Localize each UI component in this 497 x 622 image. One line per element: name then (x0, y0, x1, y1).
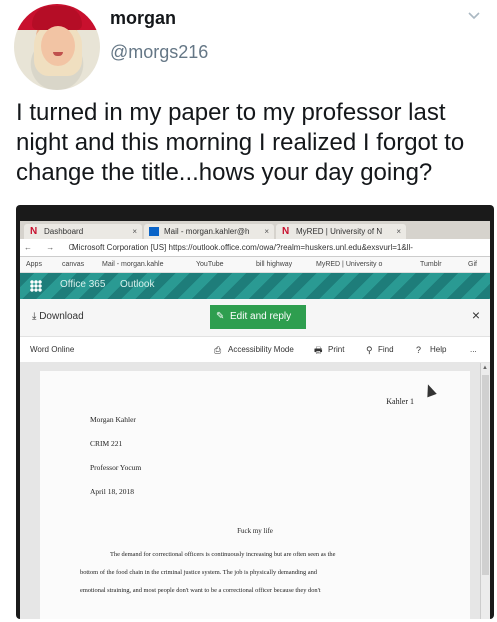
bookmark-gif[interactable]: Gif (468, 257, 477, 273)
n-logo-icon: N (282, 226, 290, 237)
course-line: CRIM 221 (90, 439, 123, 448)
tab-label: Dashboard (44, 227, 84, 236)
edit-reply-label: Edit and reply (230, 311, 292, 322)
bookmark-youtube[interactable]: YouTube (196, 257, 224, 273)
tab-mail[interactable]: Mail - morgan.kahler@h × (144, 224, 274, 239)
chevron-down-icon[interactable] (467, 8, 481, 22)
tweet-photo[interactable]: N Dashboard × Mail - morgan.kahler@h × N… (16, 205, 494, 619)
edit-and-reply-button[interactable]: ✎ Edit and reply (210, 305, 306, 329)
laptop-screen: N Dashboard × Mail - morgan.kahler@h × N… (20, 221, 490, 619)
bookmark-apps[interactable]: Apps (26, 257, 42, 273)
close-icon[interactable]: × (396, 224, 401, 239)
bookmarks-bar: Apps canvas Mail - morgan.kahle YouTube … (20, 257, 490, 273)
professor-line: Professor Yocum (90, 463, 142, 472)
accessibility-icon[interactable]: ⎙ (214, 337, 221, 363)
close-icon[interactable]: × (264, 224, 269, 239)
address-bar[interactable]: ← → C Microsoft Corporation [US] https:/… (20, 239, 490, 257)
site-identity: Microsoft Corporation [US] (72, 243, 167, 252)
bookmark-canvas[interactable]: canvas (62, 257, 84, 273)
tab-label: MyRED | University of N (296, 227, 383, 236)
search-icon[interactable]: ⚲ (366, 337, 373, 363)
office-365-link[interactable]: Office 365 (60, 279, 105, 290)
app-launcher-icon[interactable] (30, 280, 42, 292)
scroll-up-icon[interactable]: ▲ (482, 365, 489, 372)
bookmark-myred[interactable]: MyRED | University o (316, 257, 382, 273)
bookmark-bill-highway[interactable]: bill highway (256, 257, 292, 273)
display-name[interactable]: morgan (110, 8, 176, 29)
tab-dashboard[interactable]: N Dashboard × (24, 224, 142, 239)
date-line: April 18, 2018 (90, 487, 134, 496)
document-viewer[interactable]: Kahler 1 Morgan Kahler CRIM 221 Professo… (20, 363, 490, 619)
viewer-toolbar: Word Online ⎙ Accessibility Mode 🖶 Print… (20, 337, 490, 363)
download-button[interactable]: ⤓ Download (32, 311, 84, 322)
help-button[interactable]: Help (430, 337, 446, 363)
document-page: Kahler 1 Morgan Kahler CRIM 221 Professo… (40, 371, 470, 619)
scroll-thumb[interactable] (482, 375, 489, 575)
outlook-icon (149, 227, 159, 236)
browser-tab-strip: N Dashboard × Mail - morgan.kahler@h × N… (20, 221, 490, 239)
body-line: The demand for correctional officers is … (110, 551, 336, 558)
help-icon[interactable]: ? (416, 337, 421, 363)
paper-title: Fuck my life (237, 527, 273, 535)
outlook-link[interactable]: Outlook (120, 279, 154, 290)
find-button[interactable]: Find (378, 337, 394, 363)
print-icon[interactable]: 🖶 (314, 337, 323, 363)
bookmark-mail[interactable]: Mail - morgan.kahle (102, 257, 163, 273)
command-bar: ⤓ Download ✎ Edit and reply × (20, 299, 490, 337)
office-365-bar: Office 365 Outlook (20, 273, 490, 299)
close-icon[interactable]: × (472, 307, 480, 323)
more-options-button[interactable]: ... (470, 337, 477, 363)
print-button[interactable]: Print (328, 337, 344, 363)
tab-myred[interactable]: N MyRED | University of N × (276, 224, 406, 239)
download-label: Download (39, 311, 84, 322)
n-logo-icon: N (30, 226, 38, 237)
body-line: emotional straining, and most people don… (80, 587, 321, 594)
bookmark-tumblr[interactable]: Tumblr (420, 257, 442, 273)
user-handle[interactable]: @morgs216 (110, 42, 208, 63)
word-online-label: Word Online (30, 345, 75, 354)
author-line: Morgan Kahler (90, 415, 136, 424)
page-header: Kahler 1 (386, 397, 414, 406)
url-value: https://outlook.office.com/owa/?realm=hu… (168, 243, 413, 252)
accessibility-mode-button[interactable]: Accessibility Mode (228, 337, 294, 363)
vertical-scrollbar[interactable]: ▲ (480, 363, 490, 619)
tweet-text: I turned in my paper to my professor las… (16, 99, 465, 186)
pencil-icon: ✎ (216, 311, 225, 322)
avatar-face (41, 26, 75, 66)
url-text[interactable]: Microsoft Corporation [US] https://outlo… (72, 239, 413, 257)
avatar[interactable] (14, 4, 100, 90)
body-line: bottom of the food chain in the criminal… (80, 569, 317, 576)
tab-label: Mail - morgan.kahler@h (164, 227, 250, 236)
close-icon[interactable]: × (132, 224, 137, 239)
